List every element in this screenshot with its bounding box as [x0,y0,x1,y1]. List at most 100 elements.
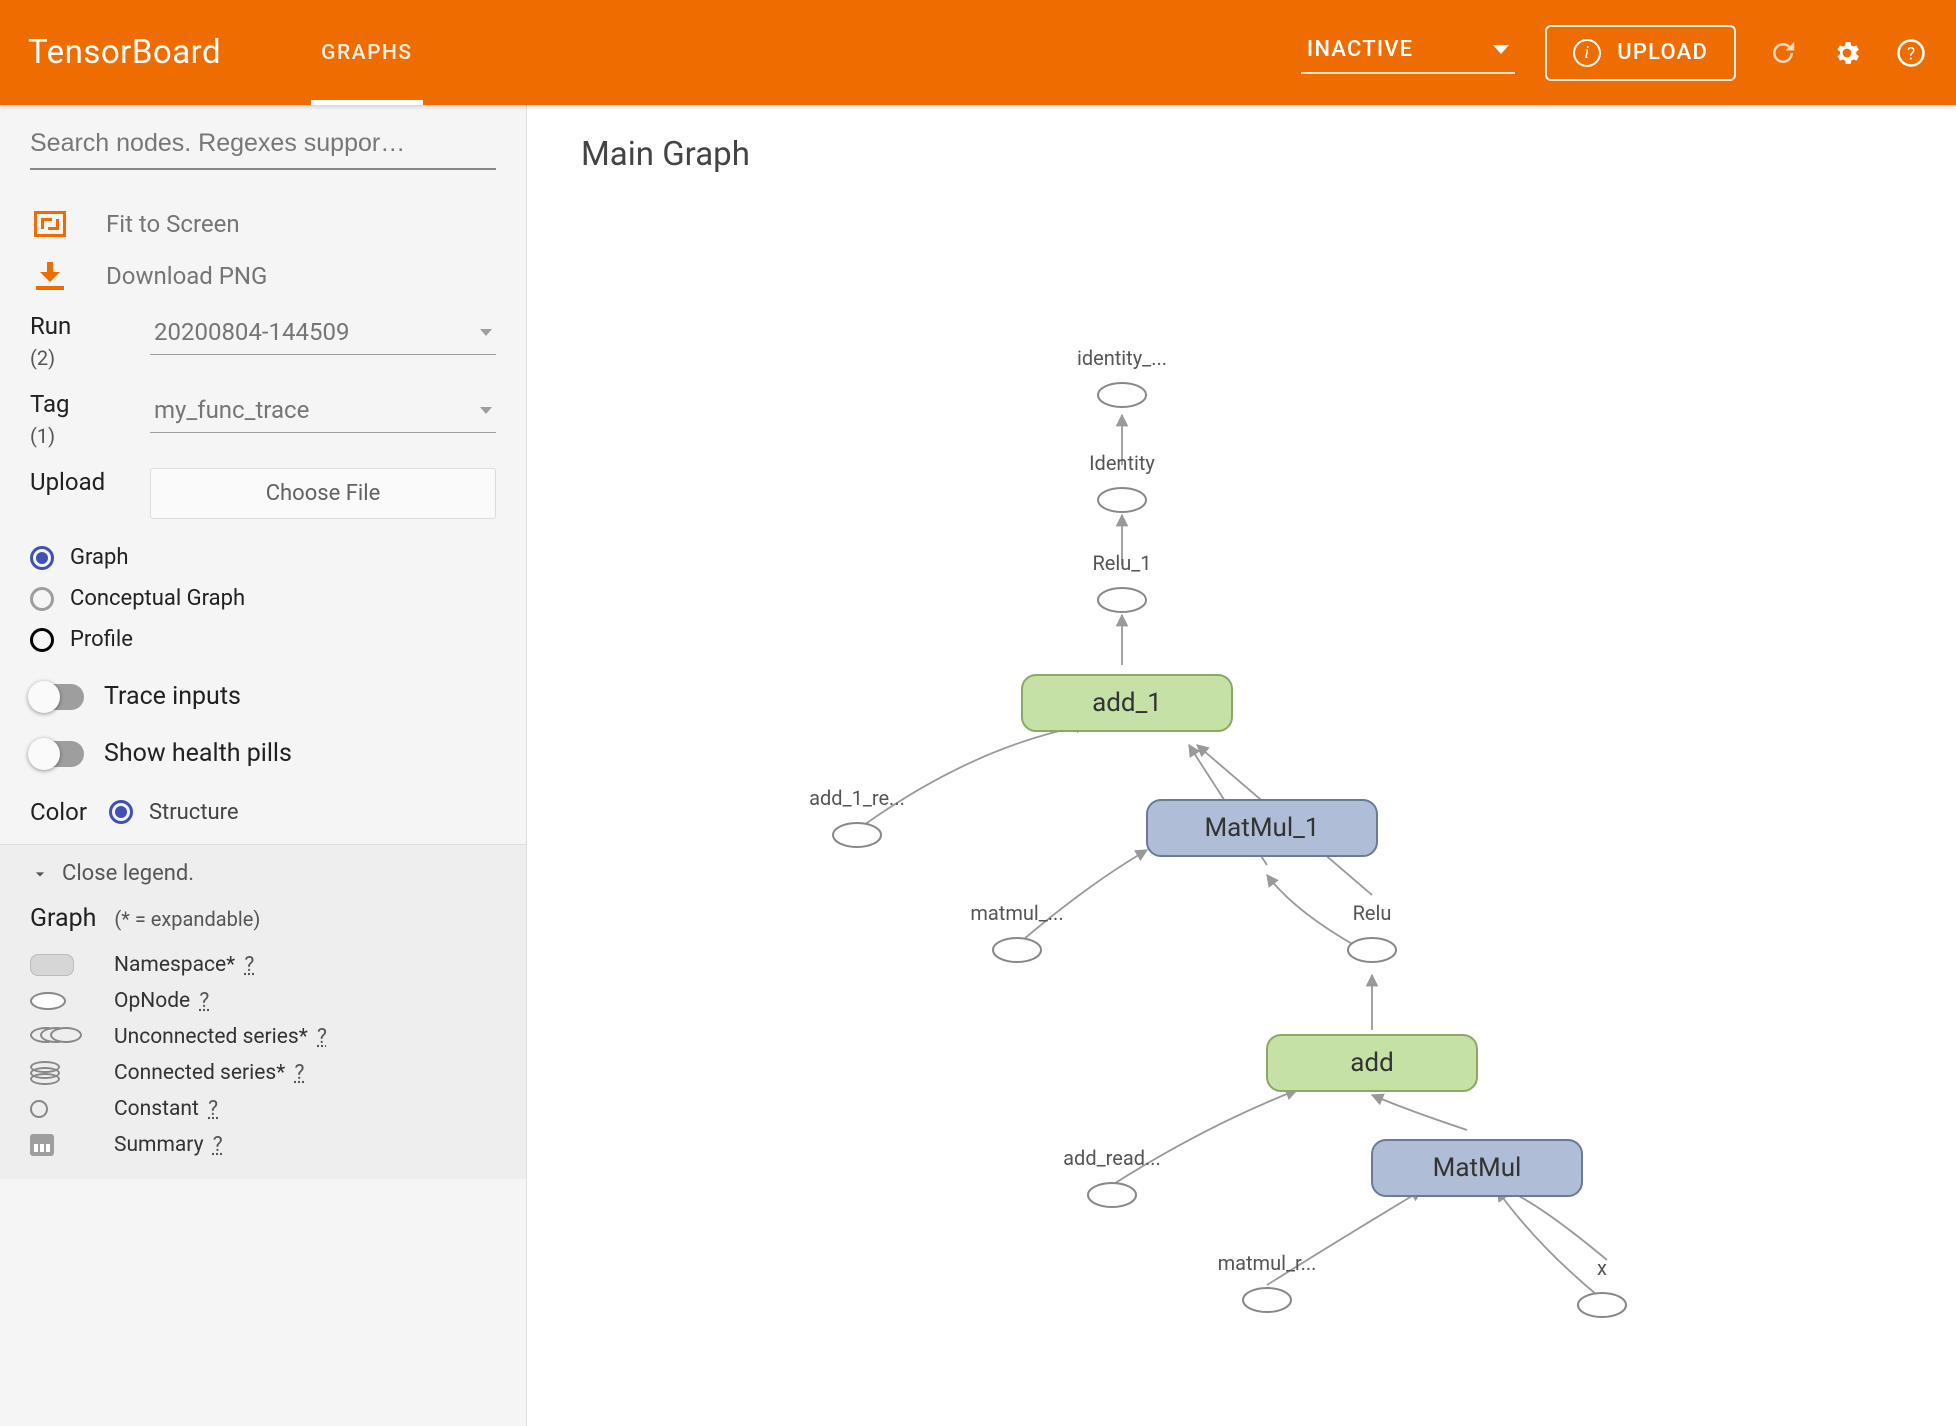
tag-selector-row: Tag (1) my_func_trace [0,380,526,458]
graph-canvas[interactable]: Main Graph identity_... [527,105,1956,1426]
fit-to-screen-button[interactable]: Fit to Screen [0,198,526,250]
graph-node-add1[interactable]: add_1 [1022,675,1232,731]
close-legend-button[interactable]: Close legend. [30,861,496,886]
legend-namespace-label: Namespace* [114,953,235,977]
graph-edge [1372,1095,1467,1130]
node-label: add_read... [1063,1146,1161,1170]
run-select-value: 20200804-144509 [154,318,349,346]
legend-help-icon[interactable]: ? [208,1097,218,1121]
opnode-icon [30,992,66,1010]
help-button[interactable]: ? [1894,36,1928,70]
run-label: Run [30,312,120,340]
node-label: Relu_1 [1092,551,1151,575]
inactive-dropdown[interactable]: INACTIVE [1301,31,1515,74]
legend-subtitle: (* = expandable) [114,907,260,931]
summary-icon [30,1134,54,1156]
node-label: MatMul [1433,1153,1522,1183]
legend-section: Close legend. Graph (* = expandable) Nam… [0,844,526,1179]
graph-node-matmul-small[interactable]: matmul_... [970,901,1063,962]
graph-node-relu[interactable]: Relu [1348,901,1396,962]
tag-label: Tag [30,390,120,418]
chevron-down-icon [30,864,50,884]
legend-help-icon[interactable]: ? [213,1133,223,1157]
legend-help-icon[interactable]: ? [294,1061,304,1085]
health-pills-label: Show health pills [104,739,292,768]
legend-opnode: OpNode ? [30,983,496,1019]
legend-connected: Connected series* ? [30,1055,496,1091]
upload-button-label: UPLOAD [1617,40,1708,65]
radio-profile-label: Profile [70,627,133,652]
radio-conceptual-graph[interactable]: Conceptual Graph [30,578,496,619]
legend-help-icon[interactable]: ? [244,953,254,977]
legend-constant-label: Constant [114,1097,199,1121]
node-label: add [1350,1048,1393,1078]
fit-screen-icon [34,211,66,237]
app-header: TensorBoard GRAPHS INACTIVE i UPLOAD ? [0,0,1956,105]
node-label: Relu [1353,901,1392,925]
gear-icon [1832,38,1862,68]
tag-select-value: my_func_trace [154,396,309,424]
header-tabs: GRAPHS [301,0,432,105]
graph-svg: identity_... Identity Relu_1 add_1_re...… [527,105,1956,1426]
graph-node-add-read[interactable]: add_read... [1063,1146,1161,1207]
graph-node-identity[interactable]: Identity [1089,451,1155,512]
graph-edge [1497,1190,1597,1295]
node-label: identity_... [1077,346,1167,370]
graph-node-add1-read[interactable]: add_1_re... [809,786,905,847]
download-png-button[interactable]: Download PNG [0,250,526,302]
svg-text:?: ? [1907,44,1915,64]
health-pills-toggle[interactable] [30,741,84,767]
info-icon: i [1573,39,1601,67]
run-select[interactable]: 20200804-144509 [150,312,496,355]
graph-node-matmul1[interactable]: MatMul_1 [1147,800,1377,856]
graph-edge [1112,1090,1297,1185]
legend-help-icon[interactable]: ? [199,989,209,1013]
radio-graph[interactable]: Graph [30,537,496,578]
chevron-down-icon [480,407,492,414]
sidebar: Fit to Screen Download PNG Run (2) 20200… [0,105,527,1426]
download-png-label: Download PNG [106,262,267,290]
graph-node-relu1[interactable]: Relu_1 [1092,551,1151,612]
graph-edge [1017,850,1147,945]
legend-title: Graph [30,904,96,933]
refresh-button[interactable] [1766,36,1800,70]
download-icon [36,262,64,290]
trace-inputs-toggle[interactable] [30,684,84,710]
color-structure-radio[interactable] [109,800,133,824]
legend-connected-label: Connected series* [114,1061,285,1085]
radio-graph-label: Graph [70,545,128,570]
tag-count: (1) [30,424,120,448]
radio-profile[interactable]: Profile [30,619,496,660]
legend-help-icon[interactable]: ? [317,1025,327,1049]
tab-graphs[interactable]: GRAPHS [301,0,432,105]
graph-node-matmul-r[interactable]: matmul_r... [1218,1251,1317,1312]
run-selector-row: Run (2) 20200804-144509 [0,302,526,380]
graph-node-matmul[interactable]: MatMul [1372,1140,1582,1196]
tag-select[interactable]: my_func_trace [150,390,496,433]
unconnected-series-icon [30,1027,80,1047]
trace-inputs-label: Trace inputs [104,682,241,711]
settings-button[interactable] [1830,36,1864,70]
trace-inputs-toggle-row: Trace inputs [0,668,526,725]
upload-button[interactable]: i UPLOAD [1545,25,1736,81]
help-icon: ? [1896,38,1926,68]
fit-to-screen-label: Fit to Screen [106,210,240,238]
node-label: add_1_re... [809,786,905,810]
radio-icon [30,546,54,570]
search-input[interactable] [30,129,496,158]
search-container [30,129,496,170]
namespace-icon [30,954,74,976]
legend-namespace: Namespace* ? [30,947,496,983]
node-label: MatMul_1 [1204,813,1319,843]
inactive-label: INACTIVE [1307,37,1413,62]
graph-node-identity-ret[interactable]: identity_... [1077,346,1167,407]
chevron-down-icon [1493,45,1509,54]
graph-node-add[interactable]: add [1267,1035,1477,1091]
node-label: x [1597,1256,1607,1280]
node-label: matmul_... [970,901,1063,925]
node-label: Identity [1089,451,1155,475]
radio-icon [30,587,54,611]
radio-icon [30,628,54,652]
graph-node-x[interactable]: x [1578,1256,1626,1317]
choose-file-button[interactable]: Choose File [150,468,496,519]
